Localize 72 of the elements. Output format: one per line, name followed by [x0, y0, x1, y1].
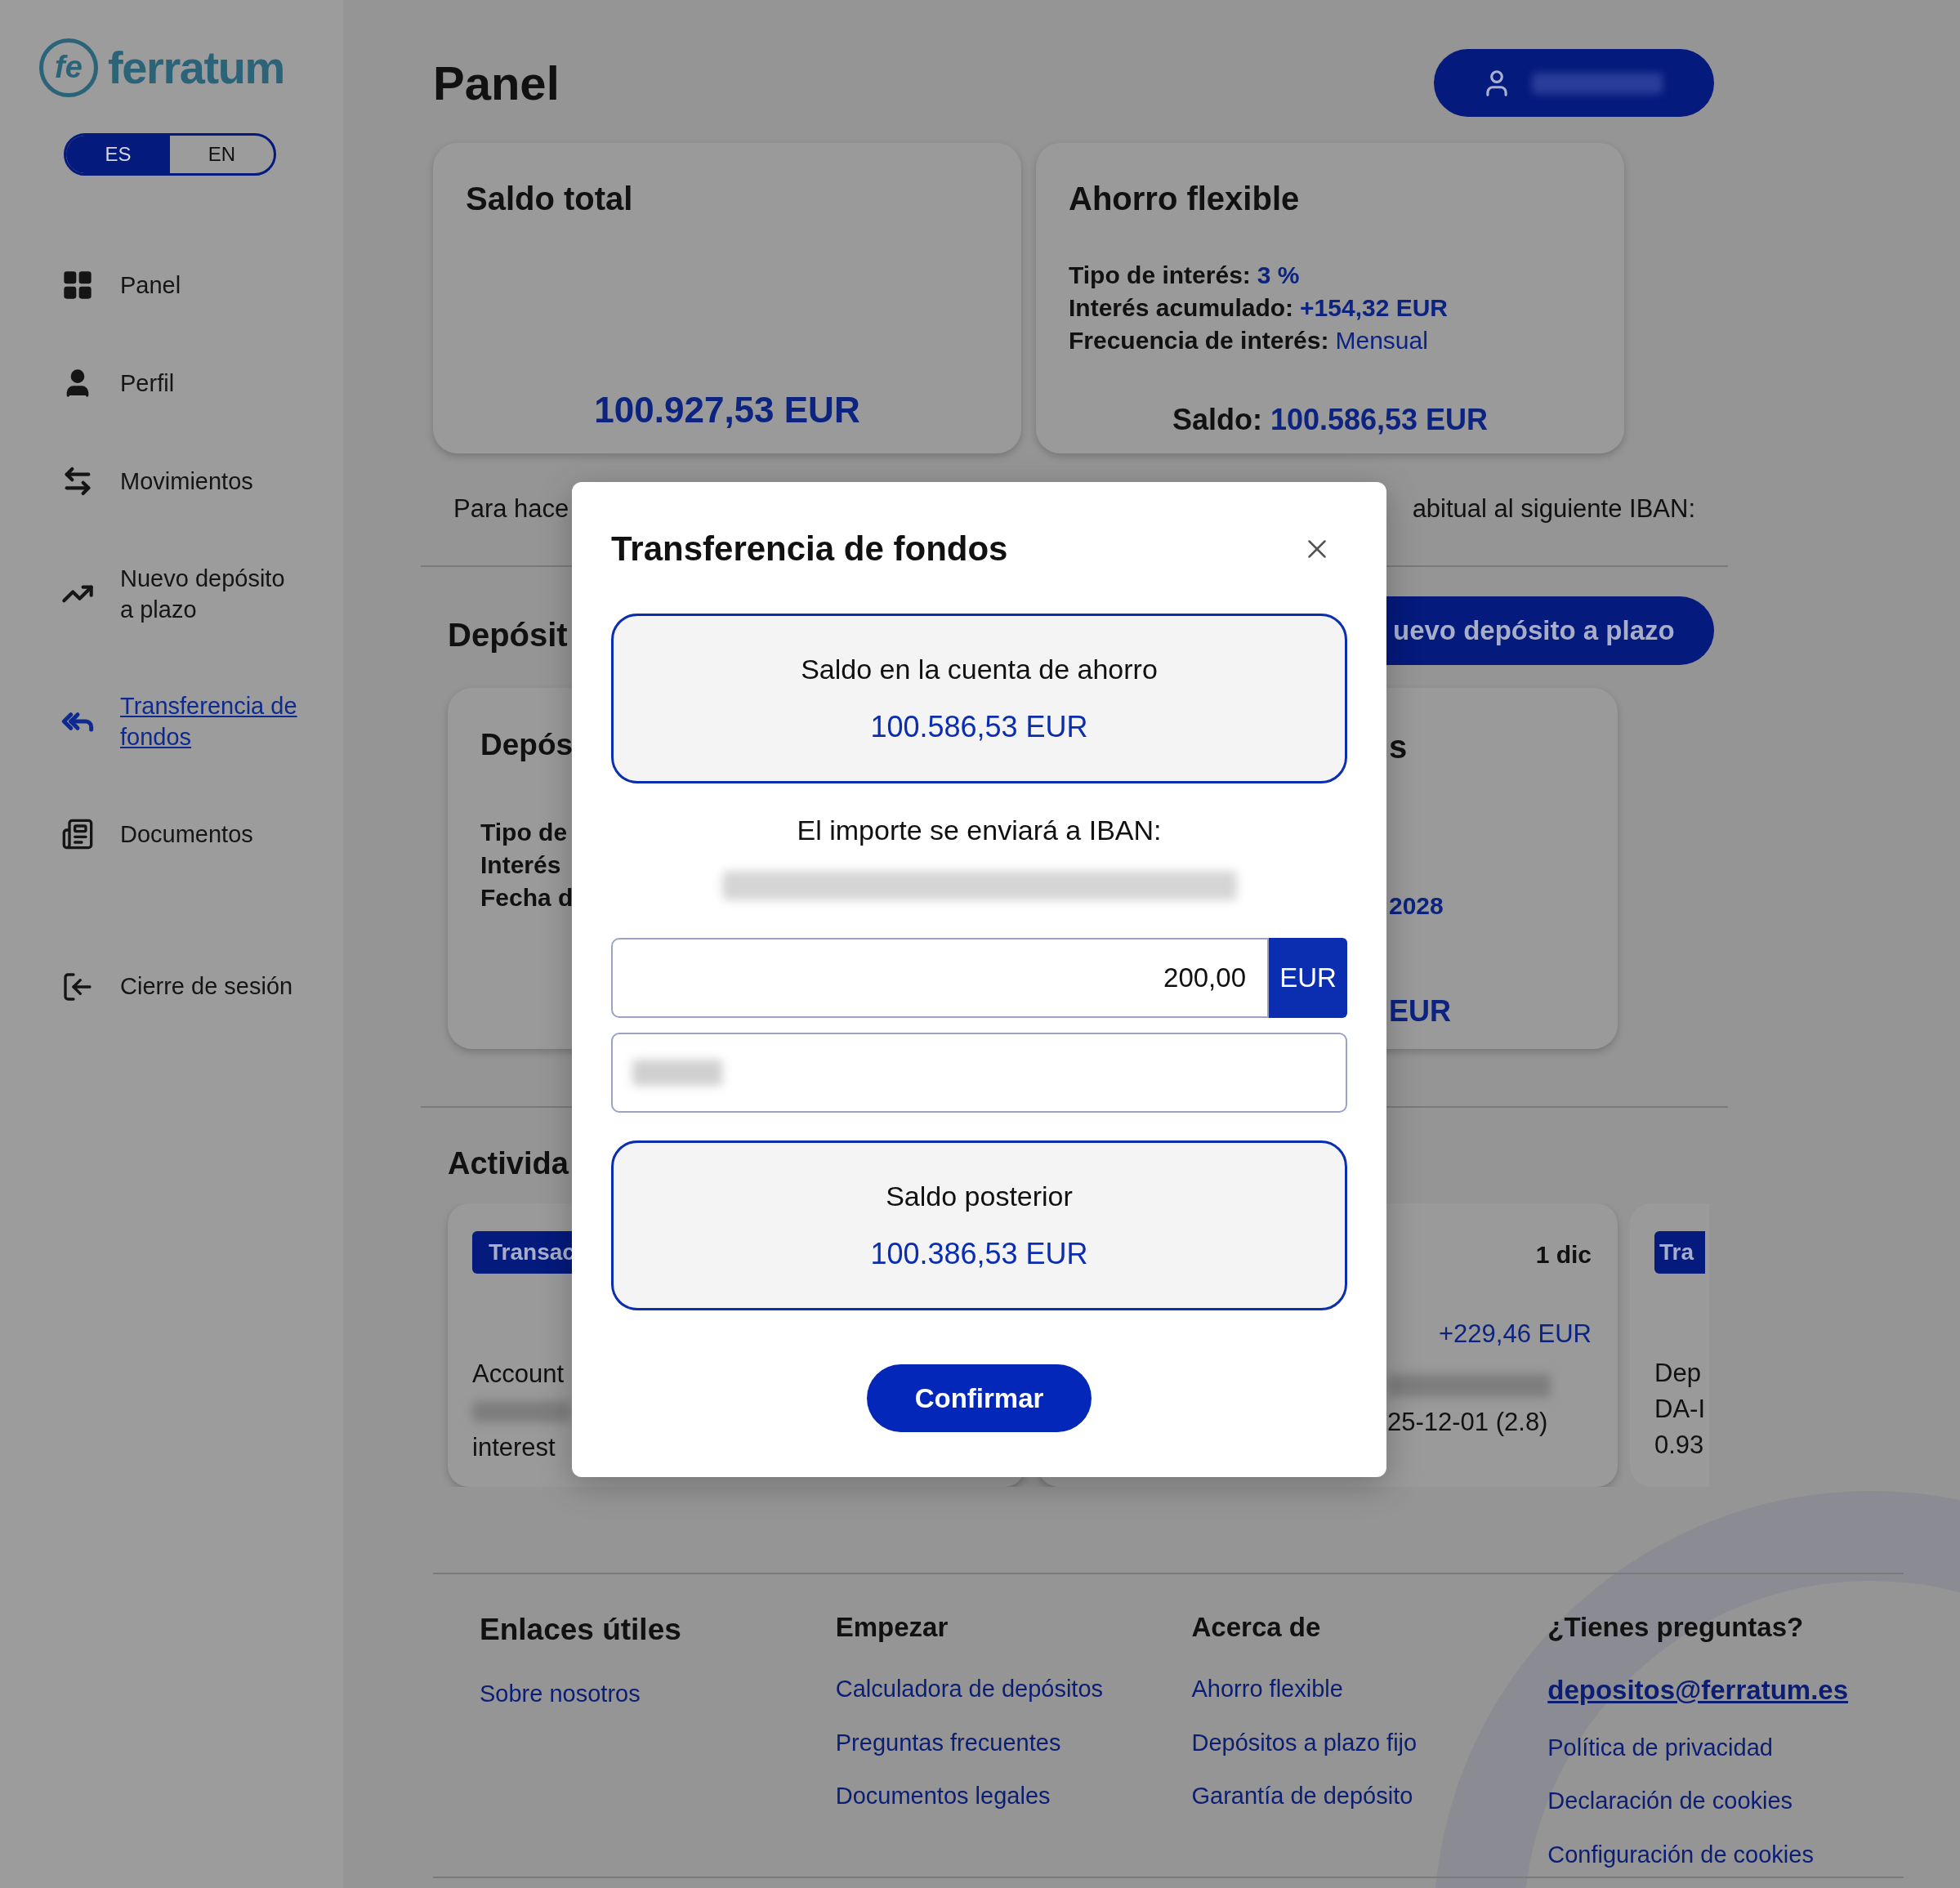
info-value: 3 %: [1257, 261, 1300, 290]
activity-text: interest: [472, 1432, 556, 1463]
info-label: Interés acumulado:: [1069, 293, 1294, 323]
footer-link[interactable]: Ahorro flexible: [1191, 1672, 1548, 1707]
section-heading: Activida: [448, 1145, 569, 1182]
deposit-amount: EUR: [1389, 993, 1452, 1029]
box-amount: 100.586,53 EUR: [870, 708, 1088, 745]
footer-link[interactable]: Garantía de depósito: [1191, 1779, 1548, 1814]
total-balance-amount: 100.927,53 EUR: [594, 389, 860, 431]
box-label: Saldo posterior: [886, 1179, 1073, 1213]
nav-link[interactable]: Nuevo depósito a plazo: [120, 563, 285, 625]
footer-link[interactable]: Política de privacidad: [1547, 1730, 1904, 1765]
confirm-button[interactable]: Confirmar: [867, 1364, 1092, 1432]
language-option[interactable]: EN: [170, 136, 274, 173]
activity-text: Account: [472, 1358, 565, 1390]
amount-field[interactable]: 200,00: [611, 938, 1269, 1018]
info-label: Tipo de: [480, 818, 568, 847]
transfer-note-text: Para hace: [453, 493, 569, 524]
footer-heading: Enlaces útiles: [480, 1611, 682, 1648]
transfer-note-text: abitual al siguiente IBAN:: [1412, 493, 1695, 524]
footer-heading: Acerca de: [1191, 1610, 1322, 1644]
activity-text: Dep: [1654, 1357, 1702, 1389]
balance-value: 100.586,53 EUR: [1270, 402, 1489, 438]
nav-link[interactable]: Documentos: [120, 819, 253, 850]
logo-text: ferratum: [108, 44, 284, 91]
logo-mark: fe: [39, 38, 98, 97]
activity-text: 25-12-01 (2.8): [1387, 1407, 1549, 1438]
footer-link[interactable]: Sobre nosotros: [480, 1676, 836, 1712]
footer-link[interactable]: Depósitos a plazo fijo: [1191, 1725, 1548, 1761]
info-label: Frecuencia de interés:: [1069, 326, 1329, 355]
footer-heading: Empezar: [835, 1610, 949, 1644]
info-value: 2028: [1389, 890, 1444, 921]
footer-heading: ¿Tienes preguntas?: [1547, 1610, 1805, 1644]
language-option[interactable]: ES: [66, 136, 170, 173]
footer-link[interactable]: Calculadora de depósitos: [835, 1672, 1192, 1707]
info-value: Mensual: [1335, 326, 1428, 355]
info-label: Interés: [480, 850, 561, 880]
info-value: +154,32 EUR: [1300, 293, 1449, 323]
section-heading: Depósit: [448, 615, 568, 654]
info-label: Tipo de interés:: [1069, 261, 1251, 290]
currency-label: EUR: [1269, 938, 1347, 1018]
footer-link[interactable]: Configuración de cookies: [1547, 1837, 1904, 1872]
footer-link[interactable]: Declaración de cookies: [1547, 1783, 1904, 1819]
reference-field[interactable]: [611, 1033, 1347, 1113]
dialog-title: Transferencia de fondos: [611, 529, 1008, 569]
card-title: Saldo total: [466, 180, 634, 218]
card-title: Depós: [480, 726, 574, 763]
balance-label: Saldo:: [1172, 402, 1262, 438]
card-title: Ahorro flexible: [1069, 180, 1301, 218]
new-deposit-button[interactable]: uevo depósito a plazo: [1386, 596, 1714, 665]
activity-amount: +229,46 EUR: [1439, 1318, 1592, 1350]
nav-link[interactable]: Panel: [120, 270, 181, 301]
nav-link[interactable]: Perfil: [120, 368, 175, 399]
footer-link[interactable]: Documentos legales: [835, 1779, 1192, 1814]
box-amount: 100.386,53 EUR: [870, 1235, 1088, 1272]
footer-link[interactable]: Preguntas frecuentes: [835, 1725, 1192, 1761]
info-label: Fecha d: [480, 883, 574, 913]
document-icon: [61, 818, 94, 850]
logout-link[interactable]: Cierre de sesión: [120, 969, 293, 1005]
dashboard-icon: [61, 269, 94, 301]
iban-label: El importe se enviará a IBAN:: [797, 814, 1162, 847]
email-link[interactable]: depositos@ferratum.es: [1547, 1670, 1904, 1711]
activity-text: DA-I: [1654, 1393, 1706, 1425]
box-label: Saldo en la cuenta de ahorro: [801, 652, 1158, 686]
activity-text: 0.93: [1654, 1429, 1705, 1461]
card-title: s: [1389, 727, 1409, 766]
activity-date: 1 dic: [1535, 1239, 1592, 1270]
nav-link[interactable]: Movimientos: [120, 466, 253, 497]
transaction-badge: Transac: [472, 1230, 572, 1274]
transaction-badge: Tra: [1654, 1230, 1705, 1274]
nav-link[interactable]: Transferencia de fondos: [120, 690, 297, 752]
page-title: Panel: [433, 56, 560, 111]
